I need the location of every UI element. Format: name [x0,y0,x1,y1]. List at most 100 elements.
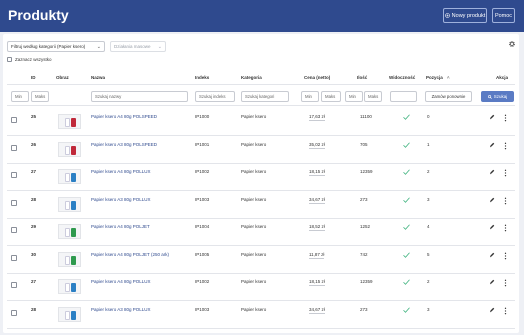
column-header-name[interactable]: Nazwa [91,75,105,80]
product-position[interactable]: 3 [427,197,430,202]
select-all[interactable]: Zaznacz wszystko [7,57,52,62]
row-checkbox[interactable] [11,254,17,261]
qty-min-input[interactable]: Min [345,91,363,102]
product-thumbnail[interactable] [58,279,81,294]
product-qty[interactable]: 273 [360,197,368,202]
help-button[interactable]: Pomoc [492,8,515,23]
category-search-input[interactable]: Szukaj kategori [241,91,289,102]
more-vertical-icon[interactable] [504,142,507,150]
bulk-actions-select[interactable]: Działania masowe ⌄ [110,41,166,52]
product-name-link[interactable]: Papier ksero A3 80g POLSPEED [91,142,157,147]
product-price[interactable]: 17,63 zł [309,114,325,121]
row-checkbox[interactable] [11,282,17,288]
product-name-link[interactable]: Papier ksero A3 80g POLLUX [91,307,151,312]
check-icon[interactable] [403,114,410,120]
product-qty[interactable]: 705 [360,142,368,147]
check-icon[interactable] [403,306,410,313]
table-row[interactable]: 29 Papier ksero A4 80g POLJET IP1004 Papier… [3,224,519,252]
product-thumbnail[interactable] [58,196,81,212]
more-vertical-icon[interactable] [504,197,507,205]
product-thumbnail[interactable] [58,224,81,239]
row-checkbox[interactable] [11,227,17,233]
product-thumbnail[interactable] [58,169,81,184]
edit-pencil-icon[interactable] [489,307,495,313]
product-thumbnail[interactable] [58,251,81,267]
product-position[interactable]: 1 [427,142,430,147]
check-icon[interactable] [403,251,410,258]
product-position[interactable]: 0 [427,114,430,119]
product-position[interactable]: 2 [427,279,430,284]
column-header-position[interactable]: Pozycja ˄ [426,75,450,80]
product-qty[interactable]: 273 [360,307,368,312]
check-icon[interactable] [403,141,410,148]
product-price[interactable]: 35,02 zł [309,142,325,149]
check-icon[interactable] [403,196,410,203]
product-name-link[interactable]: Papier ksero A4 80g POLJET (250 ark) [91,252,169,257]
more-vertical-icon[interactable] [504,307,507,315]
product-price[interactable]: 18,15 zł [309,169,325,176]
product-name-link[interactable]: Papier ksero A3 80g POLLUX [91,197,151,202]
product-price[interactable]: 34,67 zł [309,197,325,204]
column-header-category[interactable]: Kategoria [241,75,262,80]
select-all-checkbox[interactable] [7,57,12,62]
name-search-input[interactable]: Szukaj nazwy [91,91,188,102]
gear-icon[interactable] [508,40,516,48]
table-row[interactable]: 30 Papier ksero A4 80g POLJET (250 ark) IP… [3,251,519,280]
edit-pencil-icon[interactable] [489,197,495,203]
column-header-qty[interactable]: Ilość [357,75,367,80]
id-max-input[interactable]: Maks [31,91,49,102]
product-qty[interactable]: 1252 [360,224,370,229]
edit-pencil-icon[interactable] [489,142,495,148]
product-name-link[interactable]: Papier ksero A4 80g POLLUX [91,279,151,284]
row-checkbox[interactable] [11,199,17,206]
edit-pencil-icon[interactable] [489,279,495,285]
column-header-index[interactable]: Indeks [195,75,209,80]
product-name-link[interactable]: Papier ksero A4 80g POLLUX [91,169,151,174]
table-row[interactable]: 28 Papier ksero A3 80g POLLUX IP1003 Papier… [3,196,519,225]
product-position[interactable]: 5 [427,252,430,257]
row-checkbox[interactable] [11,144,17,151]
edit-pencil-icon[interactable] [489,252,495,258]
product-price[interactable]: 18,52 zł [309,224,325,231]
more-vertical-icon[interactable] [504,279,507,287]
product-qty[interactable]: 12359 [360,169,373,174]
column-header-id[interactable]: ID [31,75,36,80]
product-name-link[interactable]: Papier ksero A4 80g POLSPEED [91,114,157,119]
product-qty[interactable]: 11100 [360,114,372,119]
product-price[interactable]: 34,67 zł [309,307,325,314]
price-max-input[interactable]: Maks [321,91,341,102]
table-row[interactable]: 25 Papier ksero A4 80g POLSPEED IP1000 Papi… [3,114,519,142]
visibility-filter-select[interactable] [390,91,417,102]
search-button[interactable]: Szukaj [481,91,514,102]
table-row[interactable]: 27 Papier ksero A4 80g POLLUX IP1002 Papier… [3,279,519,307]
product-price[interactable]: 11,87 zł [309,252,325,259]
product-qty[interactable]: 12359 [360,279,373,284]
check-icon[interactable] [403,169,410,175]
check-icon[interactable] [403,224,410,230]
product-thumbnail[interactable] [58,141,81,157]
more-vertical-icon[interactable] [504,169,507,177]
price-min-input[interactable]: Min [301,91,319,102]
edit-pencil-icon[interactable] [489,114,495,120]
product-price[interactable]: 18,15 zł [309,279,325,286]
qty-max-input[interactable]: Maks [364,91,382,102]
product-position[interactable]: 3 [427,307,430,312]
index-search-input[interactable]: Szukaj indeks [195,91,235,102]
check-icon[interactable] [403,279,410,285]
more-vertical-icon[interactable] [504,224,507,232]
product-qty[interactable]: 742 [360,252,368,257]
row-checkbox[interactable] [11,309,17,316]
row-checkbox[interactable] [11,172,17,178]
column-header-visible[interactable]: Widoczność [389,75,415,80]
new-product-button[interactable]: Nowy produkt [443,8,487,23]
more-vertical-icon[interactable] [504,114,507,122]
edit-pencil-icon[interactable] [489,224,495,230]
category-filter-select[interactable]: Filtruj według kategorii (Papier ksero) … [7,41,105,52]
id-min-input[interactable]: Min [11,91,29,102]
more-vertical-icon[interactable] [504,252,507,260]
product-position[interactable]: 4 [427,224,430,229]
row-checkbox[interactable] [11,117,17,123]
column-header-price[interactable]: Cena (netto) [304,75,330,80]
product-thumbnail[interactable] [58,114,81,129]
product-position[interactable]: 2 [427,169,430,174]
